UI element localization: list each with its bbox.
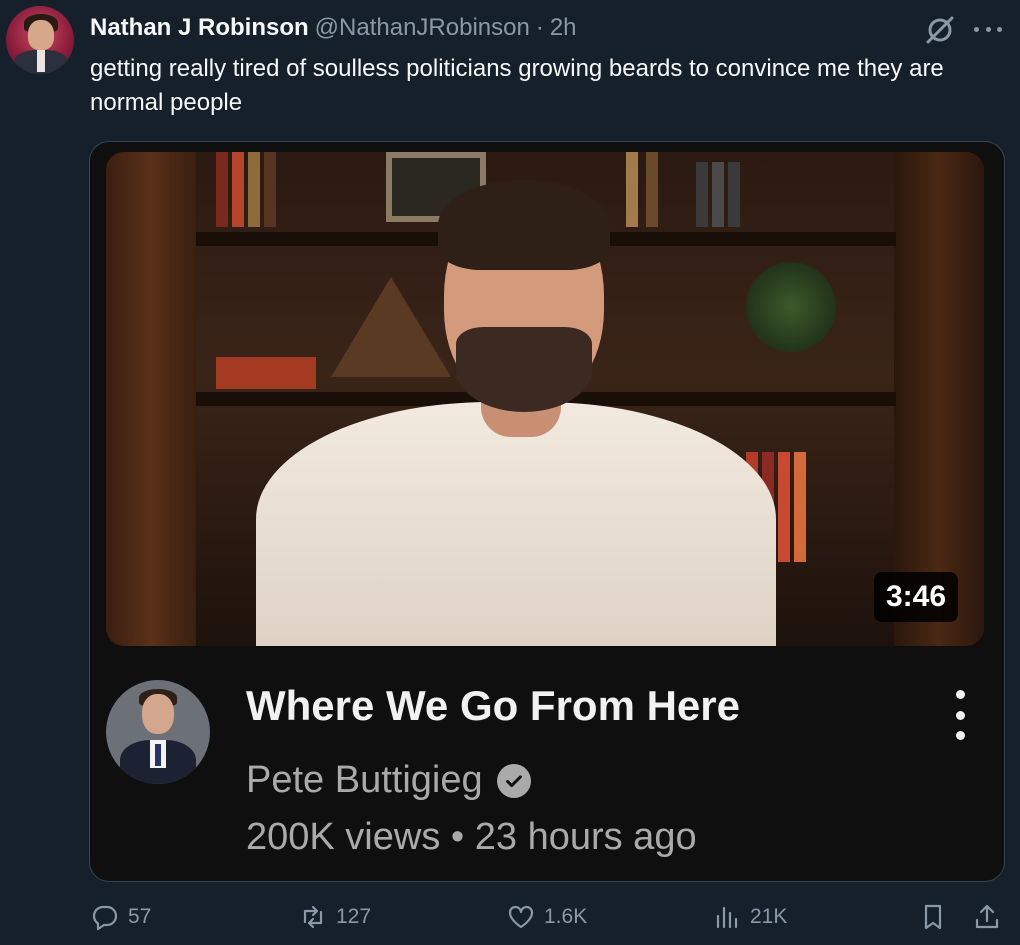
repost-icon xyxy=(303,905,323,929)
heart-icon xyxy=(508,905,534,929)
analytics-icon xyxy=(716,906,738,929)
repost-button[interactable]: 127 xyxy=(298,902,371,932)
reply-count: 57 xyxy=(128,905,152,928)
video-duration: 3:46 xyxy=(873,572,958,622)
reply-icon xyxy=(92,905,118,931)
views-button[interactable]: 21K xyxy=(712,902,787,932)
view-count: 21K xyxy=(750,905,788,928)
channel-name: Pete Buttigieg xyxy=(246,759,483,801)
repost-count: 127 xyxy=(336,905,372,928)
video-title[interactable]: Where We Go From Here xyxy=(246,682,740,730)
channel-name-row[interactable]: Pete Buttigieg xyxy=(246,759,531,802)
share-button[interactable] xyxy=(972,902,1002,932)
tweet-text: getting really tired of soulless politic… xyxy=(90,55,944,116)
video-meta: 200K views • 23 hours ago xyxy=(246,816,697,858)
bookmark-button[interactable] xyxy=(918,902,948,932)
share-icon xyxy=(975,904,999,929)
separator-dot: · xyxy=(535,14,544,41)
more-icon[interactable] xyxy=(970,14,1006,44)
channel-avatar[interactable] xyxy=(106,680,210,784)
video-thumbnail[interactable]: 3:46 xyxy=(106,152,984,646)
grok-icon[interactable] xyxy=(924,14,956,46)
action-bar: 57 127 1.6K 21K xyxy=(0,898,1020,942)
like-button[interactable]: 1.6K xyxy=(506,902,587,932)
author-name[interactable]: Nathan J Robinson xyxy=(90,14,309,42)
verified-check-icon xyxy=(496,763,531,798)
tweet: Nathan J Robinson @NathanJRobinson · 2h … xyxy=(0,0,1020,945)
bookmark-icon xyxy=(924,904,942,930)
reply-button[interactable]: 57 xyxy=(90,902,151,932)
tweet-time[interactable]: 2h xyxy=(550,14,577,42)
like-count: 1.6K xyxy=(544,905,588,928)
author-handle[interactable]: @NathanJRobinson xyxy=(315,14,530,42)
video-card[interactable]: 3:46 Where We Go From Here Pete Buttigie… xyxy=(89,141,1005,882)
author-avatar[interactable] xyxy=(6,6,74,74)
kebab-menu-icon[interactable] xyxy=(950,690,970,740)
tweet-header: Nathan J Robinson @NathanJRobinson · 2h xyxy=(90,14,577,44)
